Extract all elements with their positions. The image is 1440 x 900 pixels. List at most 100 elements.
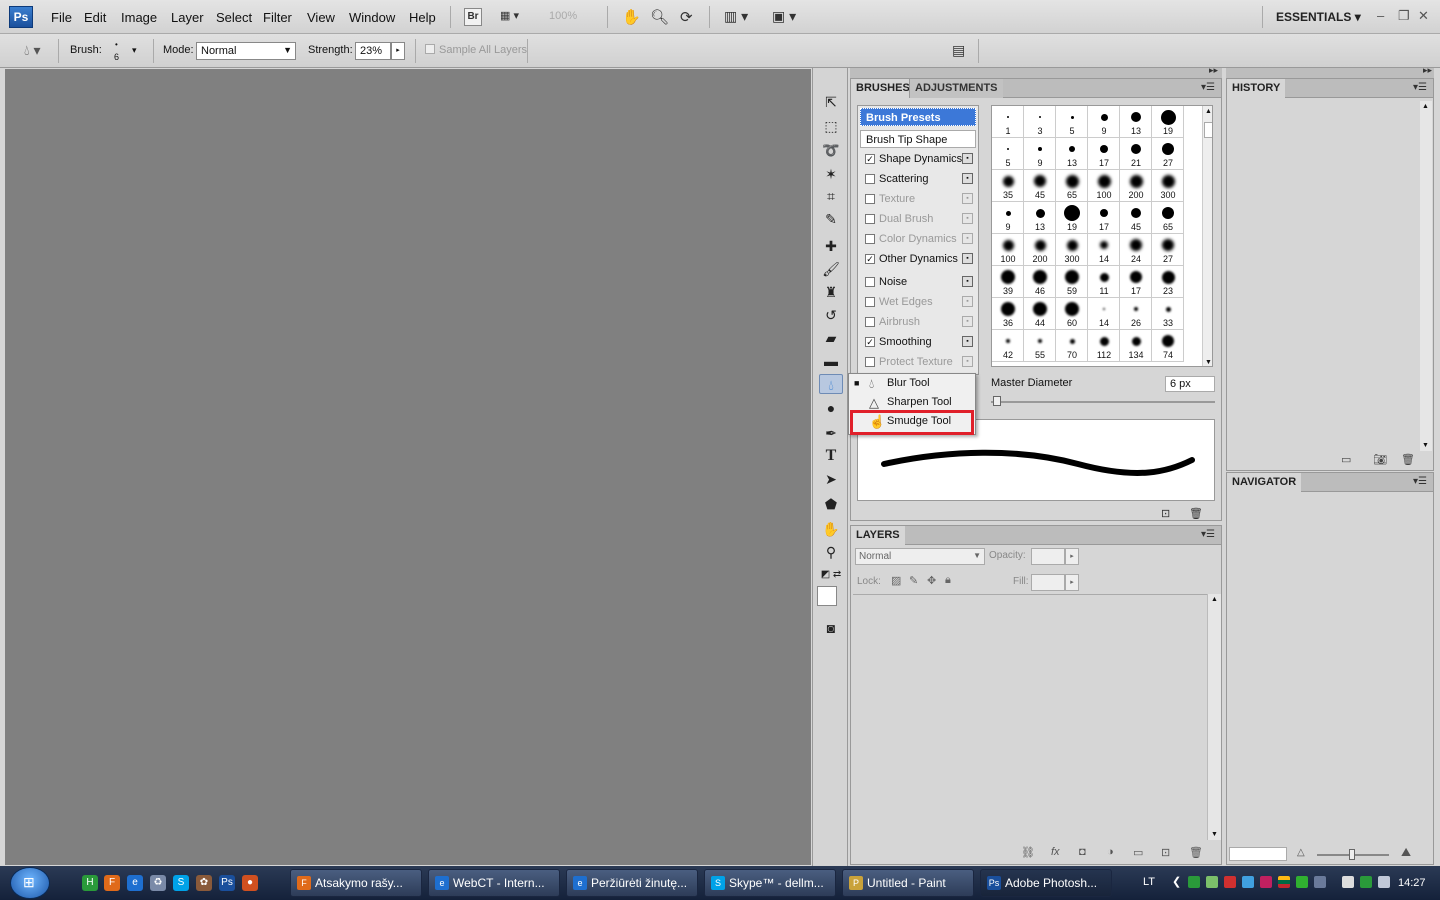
brush-preset-cell[interactable]: 45: [1120, 202, 1152, 234]
photoshop-launch-icon[interactable]: Ps: [219, 875, 235, 891]
brush-preset-cell[interactable]: 14: [1088, 298, 1120, 330]
hand-tool-icon[interactable]: ✋: [622, 8, 641, 26]
tray-antivirus-icon[interactable]: [1260, 876, 1272, 888]
menu-filter[interactable]: Filter: [263, 10, 292, 25]
checkbox-icon[interactable]: [865, 174, 875, 184]
brush-preset-cell[interactable]: 5: [1056, 106, 1088, 138]
new-group-icon[interactable]: ▭: [1133, 846, 1143, 859]
checkbox-icon[interactable]: [865, 234, 875, 244]
brush-preset-cell[interactable]: 19: [1056, 202, 1088, 234]
task-message[interactable]: e Peržiūrėti žinutę...: [566, 869, 698, 897]
brush-preset-cell[interactable]: 36: [992, 298, 1024, 330]
new-snapshot-icon[interactable]: 📷︎: [1373, 453, 1387, 466]
lithuanian-flag-icon[interactable]: [1278, 876, 1290, 888]
tray-battery-icon[interactable]: [1360, 876, 1372, 888]
brush-preset-cell[interactable]: 23: [1152, 266, 1184, 298]
tray-expand-icon[interactable]: ❮: [1172, 875, 1181, 888]
scroll-down-icon[interactable]: ▼: [1422, 442, 1429, 449]
brush-preset-cell[interactable]: 200: [1120, 170, 1152, 202]
scroll-thumb[interactable]: [1204, 122, 1212, 138]
brush-size-value[interactable]: 6: [114, 52, 119, 62]
brush-tool-icon[interactable]: 🖌︎: [819, 259, 843, 279]
checkbox-icon[interactable]: [865, 357, 875, 367]
move-tool-icon[interactable]: ⇱: [819, 92, 843, 112]
brush-setting-brush-tip-shape[interactable]: Brush Tip Shape: [860, 130, 976, 148]
panel-menu-icon[interactable]: ▾☰: [1201, 82, 1215, 93]
panel-menu-icon[interactable]: ▾☰: [1201, 529, 1215, 540]
pen-tool-icon[interactable]: ✒: [819, 423, 843, 443]
tray-sync-icon[interactable]: [1242, 876, 1254, 888]
launch-bridge-button[interactable]: Br: [464, 8, 482, 26]
brush-preset-cell[interactable]: 100: [992, 234, 1024, 266]
gradient-tool-icon[interactable]: ▬: [819, 351, 843, 371]
start-button[interactable]: ⊞: [10, 867, 50, 899]
checkbox-icon[interactable]: ✓: [865, 337, 875, 347]
blur-tool-preset-icon[interactable]: 💧︎ ▾: [24, 42, 41, 59]
task-skype[interactable]: S Skype™ - dellm...: [704, 869, 836, 897]
brush-preset-cell[interactable]: 17: [1088, 202, 1120, 234]
brush-setting-noise[interactable]: Noise ▪: [860, 273, 976, 291]
brush-preset-cell[interactable]: 11: [1088, 266, 1120, 298]
brush-preset-cell[interactable]: 27: [1152, 234, 1184, 266]
new-document-from-state-icon[interactable]: ▭: [1341, 453, 1351, 466]
brush-preset-cell[interactable]: 300: [1152, 170, 1184, 202]
language-indicator[interactable]: LT: [1143, 876, 1155, 888]
brush-preset-cell[interactable]: 39: [992, 266, 1024, 298]
tray-device-icon[interactable]: [1342, 876, 1354, 888]
brush-setting-texture[interactable]: Texture ▪: [860, 190, 976, 208]
brush-preset-cell[interactable]: 3: [1024, 106, 1056, 138]
sample-all-layers-checkbox[interactable]: [425, 44, 435, 54]
delete-brush-icon[interactable]: 🗑︎: [1189, 507, 1203, 520]
brush-setting-scattering[interactable]: Scattering ▪: [860, 170, 976, 188]
eraser-tool-icon[interactable]: ▰: [819, 328, 843, 348]
lock-icon[interactable]: ▪: [962, 213, 973, 224]
brush-preset-cell[interactable]: 60: [1056, 298, 1088, 330]
task-paint[interactable]: P Untitled - Paint: [842, 869, 974, 897]
checkbox-icon[interactable]: ✓: [865, 154, 875, 164]
tray-security-icon[interactable]: [1224, 876, 1236, 888]
lock-transparent-icon[interactable]: ▨: [891, 574, 901, 587]
brush-preset-cell[interactable]: 9: [992, 202, 1024, 234]
brush-preset-cell[interactable]: 200: [1024, 234, 1056, 266]
layer-style-icon[interactable]: fx: [1051, 846, 1060, 858]
quick-mask-icon[interactable]: ◙: [819, 618, 843, 638]
menu-image[interactable]: Image: [121, 10, 157, 25]
dodge-tool-icon[interactable]: ●: [819, 398, 843, 418]
rotate-view-icon[interactable]: ⟳: [680, 8, 693, 26]
skype-icon[interactable]: S: [173, 875, 189, 891]
workspace-switcher[interactable]: ESSENTIALS ▾: [1276, 10, 1361, 24]
task-webct[interactable]: e WebCT - Intern...: [428, 869, 560, 897]
shape-tool-icon[interactable]: ⬟: [819, 494, 843, 514]
tab-brushes[interactable]: BRUSHES: [851, 79, 915, 98]
lock-icon[interactable]: ▪: [962, 336, 973, 347]
navigator-zoom-input[interactable]: [1229, 847, 1287, 861]
type-tool-icon[interactable]: T: [819, 446, 843, 466]
scroll-up-icon[interactable]: ▲: [1211, 596, 1218, 603]
tab-layers[interactable]: LAYERS: [851, 526, 905, 545]
strength-input[interactable]: 23%: [355, 42, 391, 60]
menu-file[interactable]: File: [51, 10, 72, 25]
brush-preset-cell[interactable]: 134: [1120, 330, 1152, 362]
new-brush-icon[interactable]: ⊡: [1161, 507, 1170, 520]
healing-brush-tool-icon[interactable]: ✚: [819, 236, 843, 256]
brush-preset-cell[interactable]: 13: [1120, 106, 1152, 138]
scroll-up-icon[interactable]: ▲: [1422, 103, 1429, 110]
brush-preset-cell[interactable]: 21: [1120, 138, 1152, 170]
lock-icon[interactable]: ▪: [962, 193, 973, 204]
document-canvas-area[interactable]: [5, 69, 811, 865]
minimize-icon[interactable]: –: [1377, 8, 1384, 23]
marquee-tool-icon[interactable]: ⬚: [819, 116, 843, 136]
flyout-item-blur-tool[interactable]: ■ 💧︎ Blur Tool: [849, 374, 975, 393]
checkbox-icon[interactable]: [865, 317, 875, 327]
firefox-icon[interactable]: F: [104, 875, 120, 891]
strength-slider-button[interactable]: ▸: [391, 42, 405, 60]
crop-tool-icon[interactable]: ⌗: [819, 186, 843, 206]
arrange-documents-icon[interactable]: ▥ ▾: [724, 8, 748, 26]
brush-setting-smoothing[interactable]: ✓ Smoothing ▪: [860, 333, 976, 351]
brush-setting-shape-dynamics[interactable]: ✓ Shape Dynamics ▪: [860, 150, 976, 168]
history-scrollbar[interactable]: ▲ ▼: [1420, 101, 1432, 451]
lock-icon[interactable]: ▪: [962, 233, 973, 244]
task-firefox[interactable]: F Atsakymo rašy...: [290, 869, 422, 897]
checkbox-icon[interactable]: [865, 214, 875, 224]
blur-tool-icon[interactable]: 💧︎: [819, 374, 843, 394]
